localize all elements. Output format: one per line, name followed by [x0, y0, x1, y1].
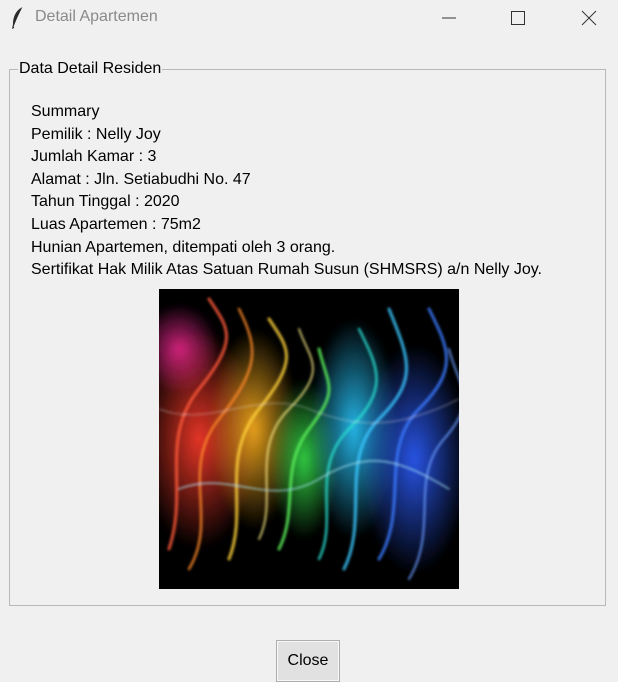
rooms-label: Jumlah Kamar : 3 [31, 148, 157, 166]
close-icon [581, 10, 597, 26]
window-title: Detail Apartemen [35, 8, 158, 25]
minimize-icon [442, 17, 456, 19]
apartment-image [159, 289, 459, 589]
groupbox-legend: Data Detail Residen [18, 59, 163, 79]
resident-details: Summary Pemilik : Nelly Joy Jumlah Kamar… [31, 101, 542, 282]
summary-label: Summary [31, 103, 100, 120]
address-label: Alamat : Jln. Setiabudhi No. 47 [31, 170, 251, 188]
feather-icon [12, 6, 24, 29]
close-button[interactable]: Close [276, 640, 340, 682]
close-window-button[interactable] [566, 0, 612, 36]
colorful-smoke-image [159, 289, 459, 589]
minimize-button[interactable] [426, 0, 472, 36]
title-bar: Detail Apartemen [0, 0, 618, 36]
occupancy-label: Hunian Apartemen, ditempati oleh 3 orang… [31, 238, 336, 256]
maximize-button[interactable] [495, 0, 541, 36]
owner-label: Pemilik : Nelly Joy [31, 125, 161, 143]
certificate-label: Sertifikat Hak Milik Atas Satuan Rumah S… [31, 261, 542, 279]
area-label: Luas Apartemen : 75m2 [31, 215, 201, 233]
year-label: Tahun Tinggal : 2020 [31, 193, 180, 211]
maximize-icon [511, 11, 525, 25]
